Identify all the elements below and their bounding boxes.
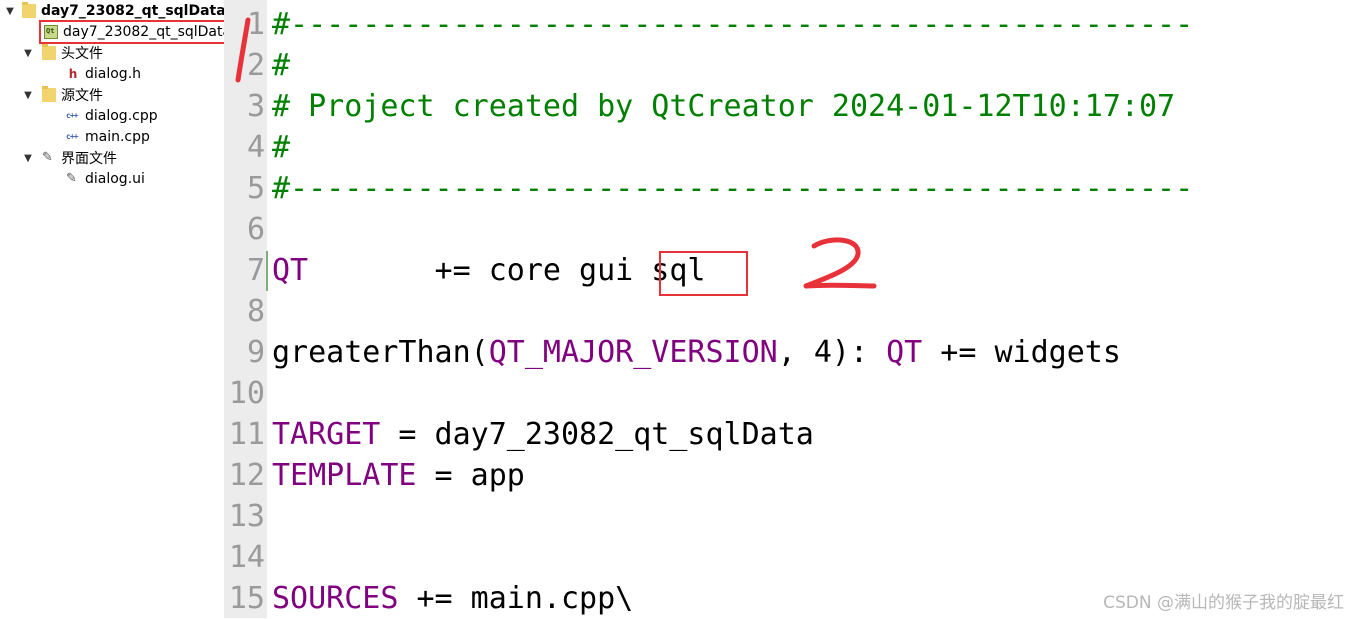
annotation-number-1 <box>235 17 251 83</box>
tree-file-item[interactable]: ✎ dialog.ui <box>66 169 145 189</box>
code-line[interactable]: 13 <box>224 496 272 537</box>
code-text: SOURCES += main.cpp\ <box>272 581 633 616</box>
code-text: # <box>272 130 290 165</box>
code-text: QT += core gui sql <box>272 253 705 288</box>
headers-folder-label: 头文件 <box>61 46 103 62</box>
code-editor[interactable]: 1 #--------------------------------------… <box>224 0 1360 618</box>
code-line[interactable]: 7 QT += core gui sql <box>224 250 706 291</box>
line-number: 7 <box>246 253 265 288</box>
code-line[interactable]: 1 #--------------------------------------… <box>224 4 1193 45</box>
forms-folder-label: 界面文件 <box>61 151 117 167</box>
chevron-down-icon[interactable]: ▼ <box>22 90 34 101</box>
folder-icon <box>42 44 56 60</box>
file-label: dialog.ui <box>85 171 145 187</box>
code-keyword: TARGET <box>272 417 381 452</box>
sources-folder[interactable]: ▼ 源文件 <box>22 85 103 105</box>
chevron-down-icon[interactable]: ▼ <box>4 6 16 17</box>
file-label: main.cpp <box>85 129 150 145</box>
code-token: = day7_23082_qt_sqlData <box>380 417 814 452</box>
header-file-icon: h <box>68 67 78 81</box>
line-number: 4 <box>246 130 265 165</box>
file-label: dialog.cpp <box>85 108 158 124</box>
code-line[interactable]: 11 TARGET = day7_23082_qt_sqlData <box>224 414 814 455</box>
code-keyword: TEMPLATE <box>272 458 417 493</box>
line-number: 13 <box>228 499 265 534</box>
code-token: += main.cpp\ <box>398 581 634 616</box>
line-number: 15 <box>228 581 265 616</box>
code-keyword: QT <box>272 253 309 288</box>
line-number: 3 <box>246 89 265 124</box>
form-folder-icon: ✎ <box>42 150 53 165</box>
code-comment: # <box>272 48 291 83</box>
line-number: 8 <box>246 294 265 329</box>
line-number: 12 <box>228 458 265 493</box>
code-line[interactable]: 14 <box>224 537 272 578</box>
code-line[interactable]: 9 greaterThan(QT_MAJOR_VERSION, 4): QT +=… <box>224 332 1121 373</box>
code-line[interactable]: 5 #--------------------------------------… <box>224 168 1193 209</box>
code-text: TEMPLATE = app <box>272 458 525 493</box>
code-comment: #---------------------------------------… <box>272 7 1194 42</box>
line-number: 5 <box>246 171 265 206</box>
code-token: greaterThan( <box>272 335 489 370</box>
code-line[interactable]: 12 TEMPLATE = app <box>224 455 525 496</box>
code-text: TARGET = day7_23082_qt_sqlData <box>272 417 814 452</box>
code-comment: # Project created by QtCreator 2024-01-1… <box>272 89 1176 124</box>
watermark: CSDN @满山的猴子我的腚最红 <box>1103 593 1344 613</box>
code-comment: #---------------------------------------… <box>272 171 1194 206</box>
code-line[interactable]: 6 <box>224 209 272 250</box>
tree-file-item[interactable]: c++ dialog.cpp <box>66 106 158 126</box>
chevron-down-icon[interactable]: ▼ <box>22 48 34 59</box>
code-keyword: SOURCES <box>272 581 399 616</box>
line-number: 11 <box>228 417 265 452</box>
annotation-number-2 <box>803 237 877 289</box>
project-root-label: day7_23082_qt_sqlData <box>41 3 226 19</box>
code-token: += widgets <box>922 335 1121 370</box>
cpp-file-icon: c++ <box>66 111 78 120</box>
project-root[interactable]: ▼ day7_23082_qt_sqlData <box>4 1 226 21</box>
code-token: += core gui sql <box>308 253 706 288</box>
code-line[interactable]: 3 # Project created by QtCreator 2024-01-… <box>224 86 1175 127</box>
code-token: = app <box>416 458 525 493</box>
cpp-file-icon: c++ <box>66 132 78 141</box>
code-text: greaterThan(QT_MAJOR_VERSION, 4): QT += … <box>272 335 1121 370</box>
headers-folder[interactable]: ▼ 头文件 <box>22 43 103 63</box>
code-token: , 4): <box>777 335 887 370</box>
sources-folder-label: 源文件 <box>61 88 103 104</box>
pro-file-highlight-box <box>39 20 226 44</box>
chevron-down-icon[interactable]: ▼ <box>22 153 34 164</box>
ui-file-icon: ✎ <box>66 171 77 186</box>
line-number: 9 <box>246 335 265 370</box>
code-line[interactable]: 10 <box>224 373 272 414</box>
code-text: # <box>272 48 290 83</box>
sql-highlight-box <box>659 251 748 296</box>
line-number: 14 <box>228 540 265 575</box>
code-line[interactable]: 15 SOURCES += main.cpp\ <box>224 578 633 619</box>
code-line[interactable]: 8 <box>224 291 272 332</box>
forms-folder[interactable]: ▼ ✎ 界面文件 <box>22 148 117 168</box>
code-text: #---------------------------------------… <box>272 171 1193 206</box>
folder-icon <box>42 86 56 102</box>
code-line[interactable]: 4 # <box>224 127 290 168</box>
project-tree: ▼ day7_23082_qt_sqlData Qt day7_23082_qt… <box>0 0 231 618</box>
code-keyword: QT <box>886 335 923 370</box>
tree-file-item[interactable]: h dialog.h <box>66 64 141 84</box>
line-number: 10 <box>228 376 265 411</box>
code-keyword: QT_MAJOR_VERSION <box>488 335 778 370</box>
code-text: # Project created by QtCreator 2024-01-1… <box>272 89 1175 124</box>
tree-file-item[interactable]: c++ main.cpp <box>66 127 150 147</box>
code-comment: # <box>272 130 291 165</box>
code-text: #---------------------------------------… <box>272 7 1193 42</box>
file-label: dialog.h <box>85 66 142 82</box>
line-number: 6 <box>246 212 265 247</box>
project-folder-icon <box>22 2 36 18</box>
